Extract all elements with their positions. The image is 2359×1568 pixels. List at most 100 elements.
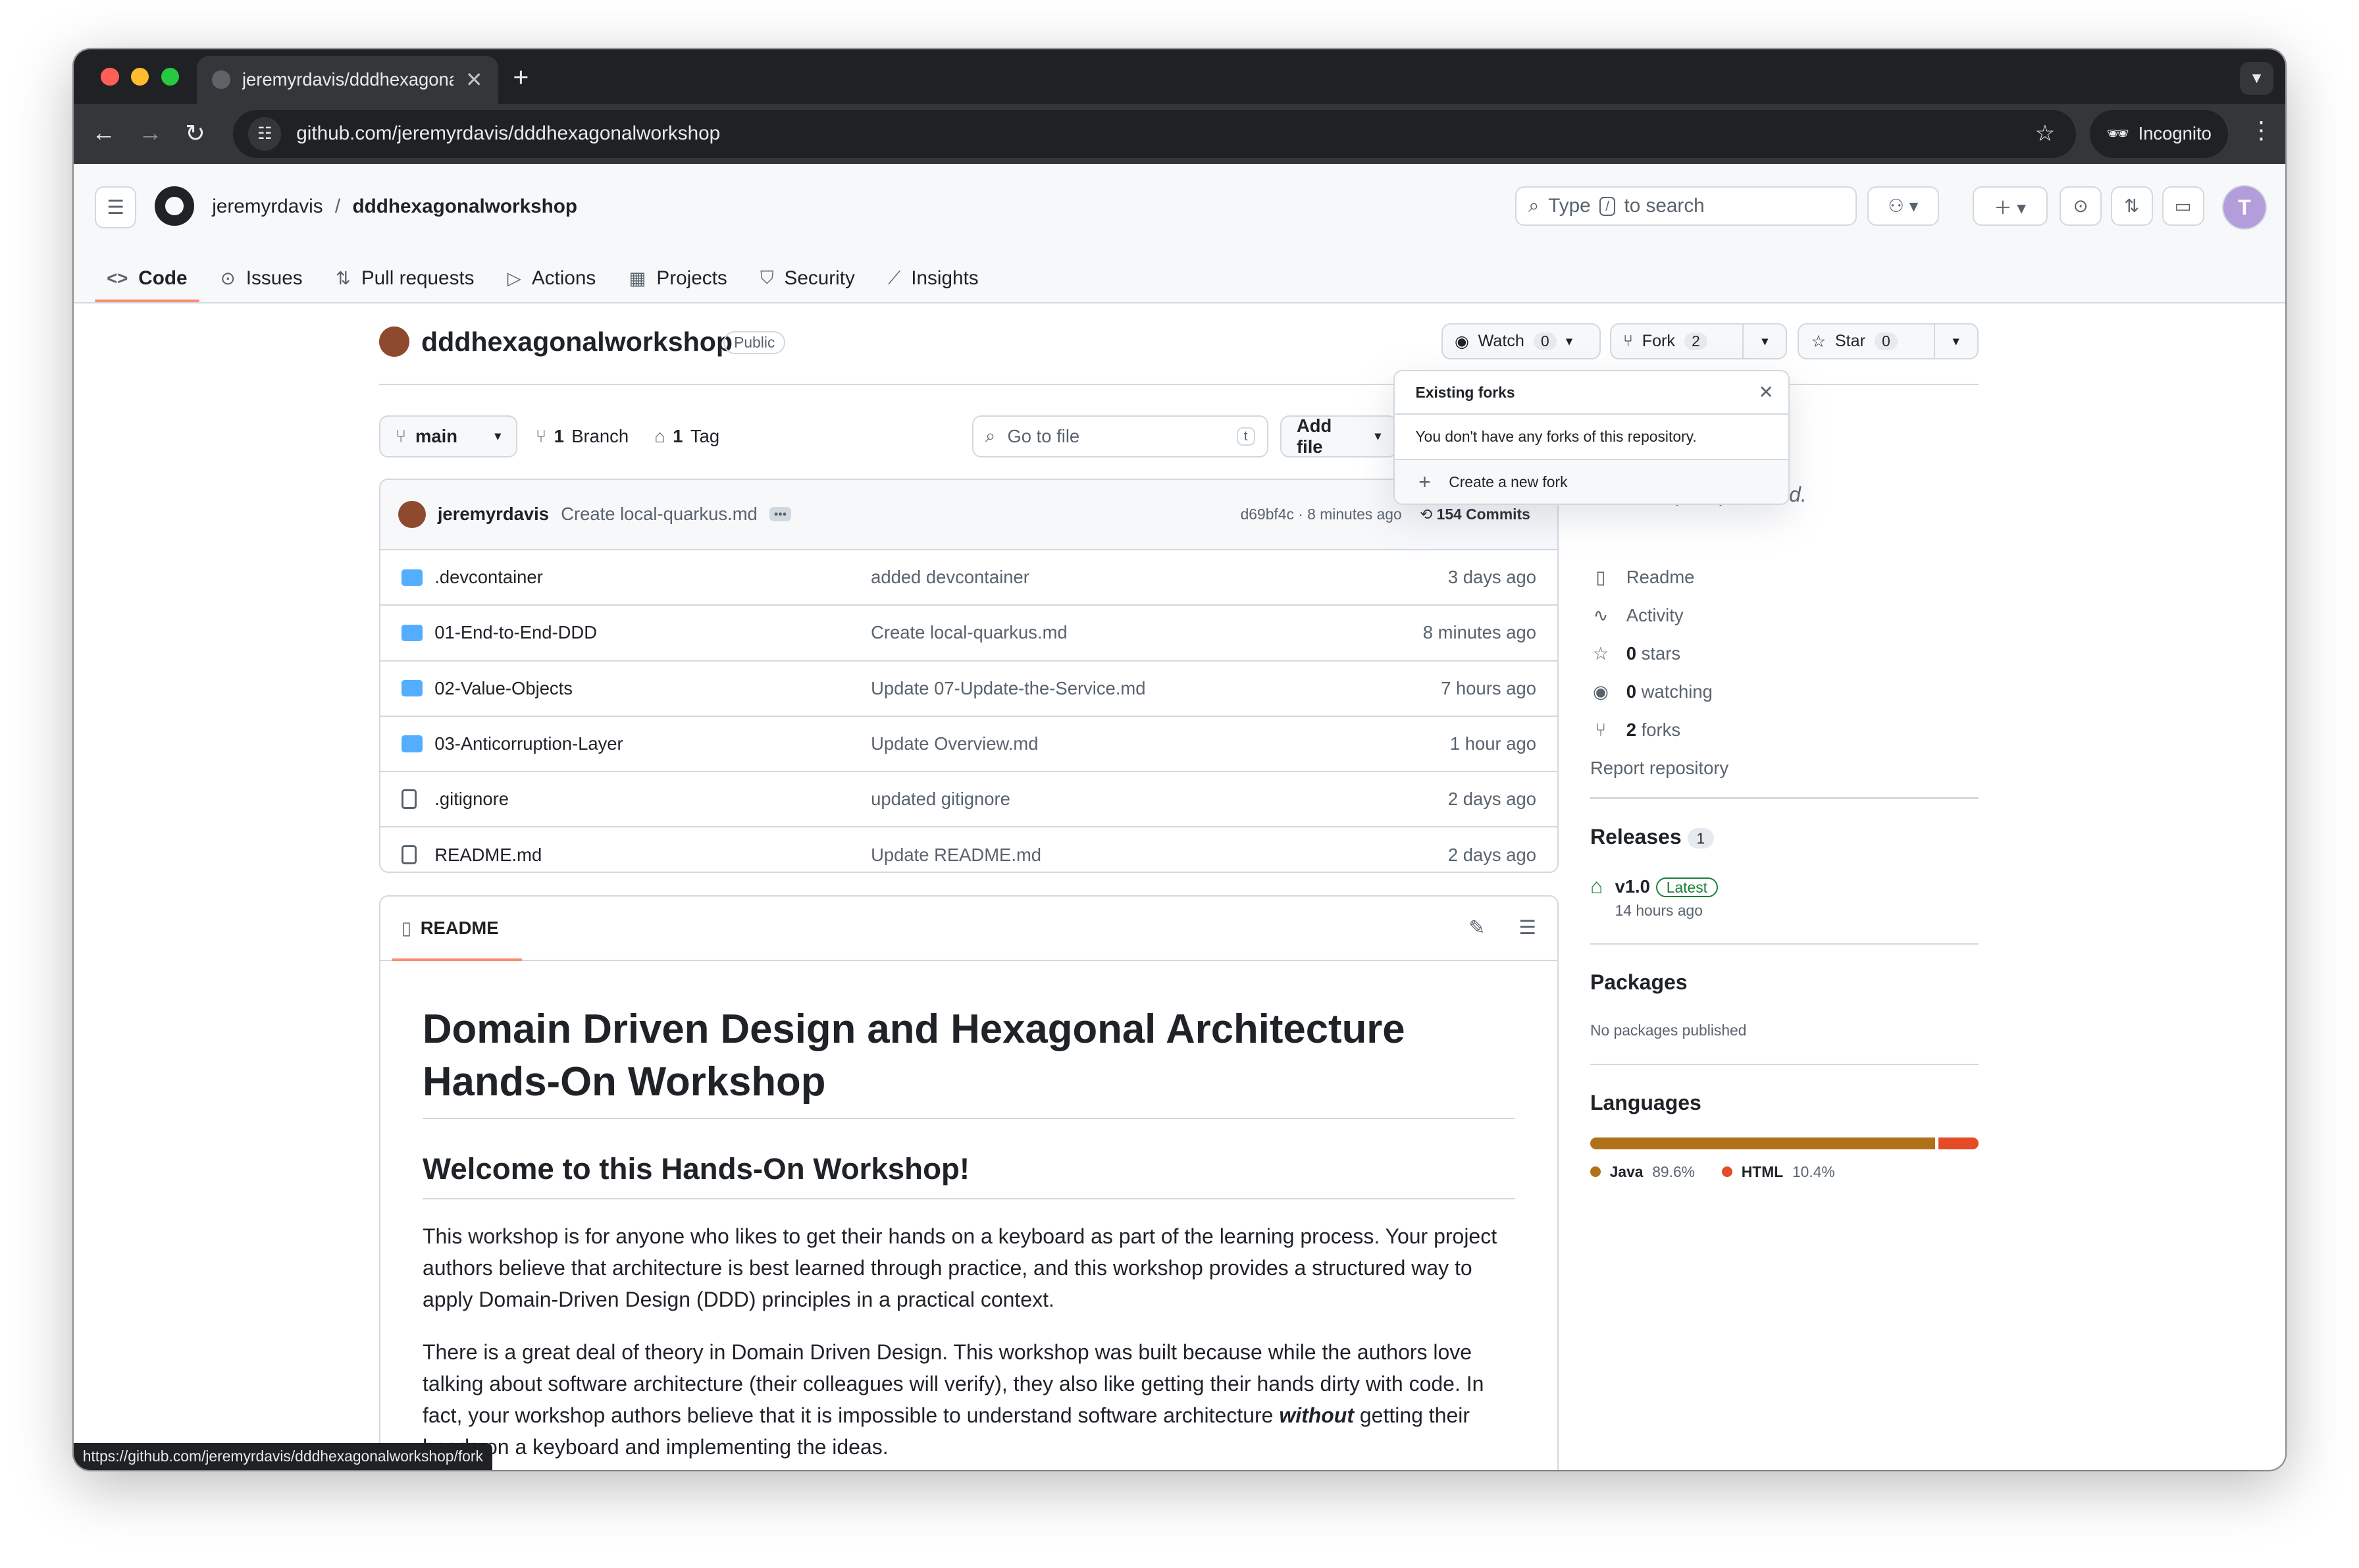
owner-avatar[interactable] <box>378 326 409 357</box>
copilot-button[interactable]: ⚇ ▾ <box>1867 186 1940 226</box>
issues-button[interactable]: ⊙ <box>2060 186 2102 226</box>
sidebar-link[interactable]: ▯ Readme <box>1590 558 1728 596</box>
table-row[interactable]: README.md Update README.md 2 days ago <box>380 827 1557 871</box>
sidebar-link[interactable]: ◉ 0 watching <box>1590 673 1728 711</box>
sidebar-divider <box>1590 1063 1979 1066</box>
pull-requests-button[interactable]: ⇅ <box>2110 186 2153 226</box>
back-arrow-icon[interactable]: ← <box>91 119 116 147</box>
tab-security[interactable]: ⛉ Security <box>748 254 867 302</box>
language-legend-item[interactable]: Java 89.6% <box>1590 1163 1695 1181</box>
tags-link[interactable]: ⌂ 1 Tag <box>654 426 719 447</box>
new-tab-button[interactable]: + <box>513 62 529 93</box>
table-row[interactable]: .devcontainer added devcontainer 3 days ag… <box>380 550 1557 606</box>
watch-button[interactable]: ◉ Watch 0 ▾ <box>1441 323 1601 360</box>
file-commit-message[interactable]: Update 07-Update-the-Service.md <box>871 678 1145 699</box>
table-row[interactable]: 02-Value-Objects Update 07-Update-the-Ser… <box>380 662 1557 717</box>
table-row[interactable]: 03-Anticorruption-Layer Update Overview.m… <box>380 717 1557 773</box>
tab-actions-label: Actions <box>531 267 596 289</box>
page-title[interactable]: dddhexagonalworkshop <box>421 327 733 357</box>
releases-heading[interactable]: Releases 1 <box>1590 825 1714 849</box>
branches-count: 1 <box>554 425 564 446</box>
fork-button[interactable]: ⑂ Fork 2 ▾ <box>1609 323 1788 360</box>
go-to-file-input[interactable]: ⌕ Go to file t <box>972 415 1268 457</box>
tab-code[interactable]: <> Code <box>94 254 200 303</box>
pencil-icon[interactable]: ✎ <box>1468 916 1485 939</box>
file-commit-message[interactable]: Update README.md <box>871 845 1041 866</box>
file-name[interactable]: .gitignore <box>434 789 509 810</box>
tab-insights[interactable]: ⟋ Insights <box>876 254 991 302</box>
incognito-indicator[interactable]: 🕶 Incognito <box>2089 109 2229 158</box>
create-new-fork-button[interactable]: + Create a new fork <box>1394 459 1789 504</box>
file-commit-message[interactable]: added devcontainer <box>871 567 1029 588</box>
commit-message[interactable]: Create local-quarkus.md <box>561 504 758 525</box>
fork-popover: Existing forks ✕ You don't have any fork… <box>1393 370 1790 506</box>
hamburger-menu-icon[interactable]: ☰ <box>94 186 137 228</box>
tab-projects[interactable]: ▦ Projects <box>617 254 739 302</box>
bookmark-star-icon[interactable]: ☆ <box>2035 120 2056 147</box>
commit-expand-icon[interactable]: ••• <box>769 507 791 522</box>
branch-select[interactable]: ⑂ main ▾ <box>378 415 518 457</box>
history-icon: ⟲ <box>1420 505 1433 523</box>
commit-sha-time[interactable]: d69bf4c · 8 minutes ago <box>1241 506 1402 523</box>
commit-author-avatar[interactable] <box>398 500 426 528</box>
file-commit-message[interactable]: updated gitignore <box>871 789 1010 810</box>
close-window-button[interactable] <box>101 67 119 86</box>
address-bar[interactable]: ☷ github.com/jeremyrdavis/dddhexagonalwo… <box>233 109 2077 158</box>
breadcrumb-repo[interactable]: dddhexagonalworkshop <box>352 196 577 218</box>
sidebar-link-label: stars <box>1641 643 1681 664</box>
inbox-button[interactable]: ▭ <box>2162 186 2204 226</box>
tab-actions[interactable]: ▷ Actions <box>496 254 608 302</box>
tab-issues[interactable]: ⊙ Issues <box>209 254 315 302</box>
file-commit-message[interactable]: Create local-quarkus.md <box>871 622 1068 643</box>
sidebar-divider <box>1590 797 1979 799</box>
language-legend-item[interactable]: HTML 10.4% <box>1722 1163 1835 1181</box>
star-dropdown-icon[interactable]: ▾ <box>1933 325 1977 358</box>
create-new-button[interactable]: ＋ ▾ <box>1972 186 2048 226</box>
branches-link[interactable]: ⑂ 1 Branch <box>536 426 629 447</box>
file-name[interactable]: 02-Value-Objects <box>434 678 573 699</box>
browser-menu-icon[interactable]: ⋮ <box>2249 116 2273 144</box>
file-name[interactable]: 03-Anticorruption-Layer <box>434 733 623 754</box>
fork-dropdown-icon[interactable]: ▾ <box>1742 325 1786 358</box>
breadcrumb-owner[interactable]: jeremyrdavis <box>212 196 323 218</box>
outline-list-icon[interactable]: ☰ <box>1518 916 1536 939</box>
sidebar-link[interactable]: ⑂ 2 forks <box>1590 711 1728 749</box>
forward-arrow-icon[interactable]: → <box>138 119 163 147</box>
release-item[interactable]: ⌂ v1.0 Latest 14 hours ago <box>1590 871 1718 920</box>
repo-nav: <> Code ⊙ Issues ⇅ Pull requests ▷ Actions ▦… <box>94 254 1000 303</box>
popover-empty-message: You don't have any forks of this reposit… <box>1394 415 1789 460</box>
language-name: Java <box>1609 1163 1644 1180</box>
file-commit-message[interactable]: Update Overview.md <box>871 733 1038 754</box>
folder-icon <box>401 735 423 752</box>
file-name[interactable]: 01-End-to-End-DDD <box>434 622 597 643</box>
search-input[interactable]: ⌕ Type / to search <box>1515 186 1857 226</box>
reload-icon[interactable]: ↻ <box>185 119 205 147</box>
tab-pull-requests[interactable]: ⇅ Pull requests <box>324 254 486 302</box>
add-file-button[interactable]: Add file ▾ <box>1280 415 1398 457</box>
github-logo-icon[interactable] <box>155 186 194 226</box>
file-table: jeremyrdavis Create local-quarkus.md •••… <box>378 478 1559 873</box>
file-name[interactable]: .devcontainer <box>434 567 543 588</box>
maximize-window-button[interactable] <box>161 67 179 86</box>
commit-author[interactable]: jeremyrdavis <box>438 504 549 525</box>
sidebar-link[interactable]: ☆ 0 stars <box>1590 635 1728 673</box>
commits-link[interactable]: ⟲ 154 Commits <box>1420 506 1530 523</box>
releases-title: Releases <box>1590 824 1682 849</box>
minimize-window-button[interactable] <box>130 67 149 86</box>
tab-search-button[interactable]: ▼ <box>2240 61 2273 95</box>
report-repository-link[interactable]: Report repository <box>1590 749 1728 787</box>
file-name[interactable]: README.md <box>434 845 542 866</box>
star-label: Star <box>1834 332 1865 351</box>
avatar[interactable]: T <box>2221 185 2267 230</box>
close-tab-icon[interactable]: ✕ <box>465 67 483 92</box>
sidebar-link[interactable]: ∿ Activity <box>1590 596 1728 635</box>
window-controls <box>101 67 179 86</box>
site-settings-icon[interactable]: ☷ <box>248 117 282 151</box>
close-icon[interactable]: ✕ <box>1759 382 1774 403</box>
browser-tab[interactable]: jeremyrdavis/dddhexagonalworkshop ✕ <box>197 55 498 104</box>
table-row[interactable]: 01-End-to-End-DDD Create local-quarkus.md… <box>380 606 1557 662</box>
table-row[interactable]: .gitignore updated gitignore 2 days ago <box>380 772 1557 828</box>
packages-heading[interactable]: Packages <box>1590 970 1688 995</box>
star-button[interactable]: ☆ Star 0 ▾ <box>1798 323 1979 360</box>
readme-tab[interactable]: README <box>421 918 499 939</box>
